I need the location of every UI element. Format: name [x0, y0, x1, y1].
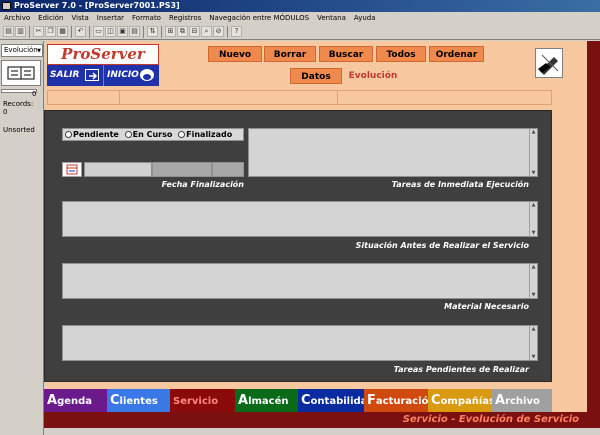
layout-mode-icon[interactable]: ▣ [117, 26, 128, 37]
buscar-button[interactable]: Buscar [319, 46, 373, 62]
info-strip [47, 90, 552, 105]
delete-record-icon[interactable]: ⊟ [189, 26, 200, 37]
situacion-antes-field[interactable]: ▲ ▼ [62, 201, 538, 237]
print-preview-icon[interactable]: ▥ [15, 26, 26, 37]
exit-icon [85, 69, 99, 81]
tab-clientes[interactable]: Clientes [107, 389, 170, 412]
material-necesario-field[interactable]: ▲ ▼ [62, 263, 538, 299]
tab-datos[interactable]: Datos [290, 68, 342, 84]
right-panel [559, 90, 587, 425]
fecha-finalizacion-label: Fecha Finalización [161, 180, 244, 189]
tab-servicio[interactable]: Servicio [170, 389, 235, 412]
preview-mode-icon[interactable]: ▤ [129, 26, 140, 37]
tareas-pendientes-label: Tareas Pendientes de Realizar [393, 365, 529, 374]
tab-agenda[interactable]: Agenda [44, 389, 107, 412]
ordenar-button[interactable]: Ordenar [429, 46, 484, 62]
scrollbar[interactable]: ▲ ▼ [529, 129, 537, 176]
scrollbar[interactable]: ▲ ▼ [529, 326, 537, 360]
toolbar: ▤ ▥ ✂ ❐ ▦ ↶ ▭ ◫ ▣ ▤ ⇅ ⊞ ⧉ ⊟ ⌕ ⊘ ? [0, 24, 600, 40]
find-record-icon[interactable]: ⌕ [201, 26, 212, 37]
radio-finalizado[interactable]: Finalizado [178, 130, 232, 139]
todos-button[interactable]: Todos [376, 46, 426, 62]
status-bar: Servicio - Evolución de Servicio [44, 412, 587, 428]
material-necesario-label: Material Necesario [444, 302, 529, 311]
tab-companias[interactable]: Compañías [428, 389, 495, 412]
radio-en-curso[interactable]: En Curso [124, 130, 172, 139]
menu-vista[interactable]: Vista [68, 12, 93, 24]
book-icon[interactable] [1, 60, 41, 86]
status-radio-group: Pendiente En Curso Finalizado [62, 128, 244, 141]
calendar-icon[interactable] [62, 162, 82, 177]
scrollbar[interactable]: ▲ ▼ [529, 202, 537, 236]
sort-icon[interactable]: ⇅ [147, 26, 158, 37]
layout-selector-value: Evolución [4, 46, 38, 54]
scrollbar[interactable]: ▲ ▼ [529, 264, 537, 298]
current-record-number: 0 [32, 90, 37, 98]
info-cell-1 [48, 91, 120, 104]
writing-hand-icon[interactable] [535, 48, 563, 78]
menu-bar: Archivo Edición Vista Insertar Formato Regist… [0, 12, 600, 24]
right-border [587, 41, 600, 435]
window-title: ProServer 7.0 - [ProServer7001.PS3] [14, 1, 180, 10]
borrar-button[interactable]: Borrar [264, 46, 316, 62]
new-record-icon[interactable]: ⊞ [165, 26, 176, 37]
module-tabs: Agenda Clientes Servicio Almacén Contabi… [44, 389, 552, 412]
tareas-inmediata-label: Tareas de Inmediata Ejecución [391, 180, 529, 189]
tab-contabilidad[interactable]: Contabilidad [298, 389, 375, 412]
app-icon [2, 2, 11, 10]
tareas-pendientes-field[interactable]: ▲ ▼ [62, 325, 538, 361]
duplicate-record-icon[interactable]: ⧉ [177, 26, 188, 37]
tab-archivo[interactable]: Archivo [492, 389, 552, 412]
help-icon[interactable]: ? [231, 26, 242, 37]
nuevo-button[interactable]: Nuevo [208, 46, 262, 62]
menu-ayuda[interactable]: Ayuda [350, 12, 380, 24]
salir-button[interactable]: Salir [47, 65, 103, 86]
tab-almacen[interactable]: Almacén [235, 389, 298, 412]
fecha-finalizacion-field[interactable] [84, 162, 152, 177]
menu-formato[interactable]: Formato [128, 12, 165, 24]
title-bar: ProServer 7.0 - [ProServer7001.PS3] [0, 0, 600, 12]
omit-record-icon[interactable]: ⊘ [213, 26, 224, 37]
records-label: Records: 0 [3, 100, 34, 116]
records-count: 0 [3, 108, 8, 116]
cut-icon[interactable]: ✂ [33, 26, 44, 37]
sort-status: Unsorted [3, 126, 35, 134]
copy-icon[interactable]: ❐ [45, 26, 56, 37]
browse-mode-icon[interactable]: ▭ [93, 26, 104, 37]
menu-edicion[interactable]: Edición [34, 12, 67, 24]
menu-registros[interactable]: Registros [165, 12, 205, 24]
menu-archivo[interactable]: Archivo [0, 12, 34, 24]
menu-ventana[interactable]: Ventana [313, 12, 350, 24]
bottom-border [44, 428, 600, 435]
info-cell-3 [338, 91, 553, 104]
radio-pendiente[interactable]: Pendiente [65, 130, 119, 139]
chevron-down-icon: ▼ [37, 48, 41, 54]
app-logo: ProServer 7.0. [47, 44, 159, 82]
layout-selector[interactable]: Evolución ▼ [1, 44, 43, 57]
undo-icon[interactable]: ↶ [75, 26, 86, 37]
inicio-button[interactable]: Inicio [103, 65, 159, 86]
tab-facturacion[interactable]: Facturación [364, 389, 436, 412]
menu-insertar[interactable]: Insertar [93, 12, 128, 24]
paste-icon[interactable]: ▦ [57, 26, 68, 37]
tareas-inmediata-field[interactable]: ▲ ▼ [248, 128, 538, 177]
tab-evolucion[interactable]: Evolución [344, 68, 402, 84]
fecha-finalizacion-extra-1[interactable] [152, 162, 212, 177]
find-mode-icon[interactable]: ◫ [105, 26, 116, 37]
fecha-finalizacion-extra-2[interactable] [212, 162, 244, 177]
situacion-antes-label: Situación Antes de Realizar el Servicio [355, 241, 529, 250]
print-icon[interactable]: ▤ [3, 26, 14, 37]
home-icon [140, 69, 154, 81]
info-cell-2 [120, 91, 338, 104]
menu-navegacion[interactable]: Navegación entre MÓDULOS [205, 12, 313, 24]
